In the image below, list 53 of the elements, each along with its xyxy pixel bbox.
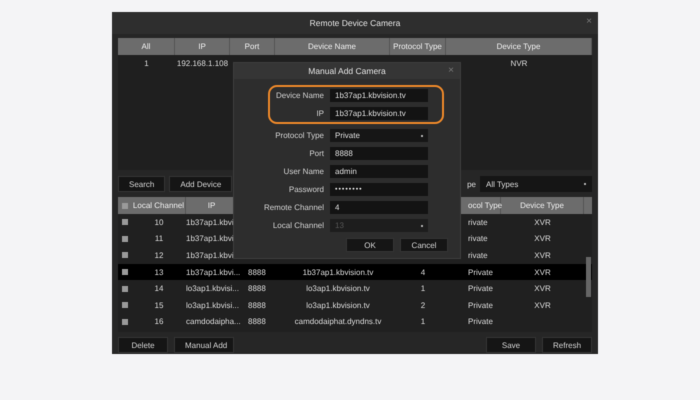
table-cell: camdodaipha... — [186, 317, 241, 326]
table-cell: rivate — [468, 218, 488, 227]
table-cell: 1b37ap1.kbvi — [186, 234, 234, 244]
table-cell: Private — [468, 268, 493, 277]
field-label: User Name — [282, 167, 324, 176]
table-cell: Private — [468, 317, 493, 326]
table-cell: lo3ap1.kbvision.tv — [306, 284, 370, 294]
field-label: Password — [288, 185, 324, 194]
table-cell: rivate — [468, 234, 488, 244]
table-cell: XVR — [534, 250, 551, 260]
table-cell: 1 — [420, 284, 426, 294]
table-cell: 1 — [420, 317, 426, 326]
table-cell: XVR — [534, 218, 551, 227]
table-cell: 1b37ap1.kbvision.tv — [302, 268, 374, 277]
table-cell: lo3ap1.kbvisi... — [186, 284, 239, 294]
field-label: Remote Channel — [262, 203, 324, 212]
table-cell: 11 — [154, 234, 164, 244]
table-cell: lo3ap1.kbvision.tv — [306, 300, 370, 310]
table-cell: 1 — [144, 58, 149, 68]
table-cell: 1b37ap1.kbvi... — [186, 268, 240, 277]
table-cell: 8888 — [248, 284, 266, 294]
table-cell: lo3ap1.kbvisi... — [186, 300, 239, 310]
field-label: IP — [315, 109, 324, 118]
table-cell: 8888 — [248, 317, 266, 326]
field-label: Protocol Type — [274, 131, 324, 140]
table-cell: NVR — [510, 58, 528, 68]
table-cell: camdodaiphat.dyndns.tv — [294, 317, 382, 326]
table-cell: 192.168.1.108 — [176, 58, 228, 68]
field-label: Local Channel — [272, 221, 324, 230]
table-cell: 14 — [154, 284, 164, 294]
table-cell: 4 — [420, 268, 426, 277]
field-label: Device Name — [274, 91, 324, 100]
table-cell: XVR — [534, 234, 551, 244]
dialog-title: Manual Add Camera — [308, 66, 386, 76]
table-cell: XVR — [534, 300, 551, 310]
table-cell: 16 — [154, 317, 164, 326]
table-cell: 2 — [420, 300, 426, 310]
table-cell: rivate — [468, 250, 488, 260]
table-cell: 8888 — [248, 300, 266, 310]
table-cell: 10 — [154, 218, 164, 227]
table-cell: 8888 — [248, 268, 266, 277]
table-cell: Private — [468, 300, 493, 310]
table-cell: 1b37ap1.kbvi — [186, 250, 234, 260]
field-label: Port — [308, 149, 324, 158]
table-cell: 1b37ap1.kbvi — [186, 218, 234, 227]
window-title: Remote Device Camera — [310, 18, 400, 28]
filter-label: pe — [467, 180, 476, 188]
table-cell: 12 — [154, 250, 164, 260]
table-cell: XVR — [534, 284, 551, 294]
table-cell: 13 — [154, 268, 164, 277]
table-cell: XVR — [534, 268, 551, 277]
table-cell: Private — [468, 284, 493, 294]
table-cell: 15 — [154, 300, 164, 310]
